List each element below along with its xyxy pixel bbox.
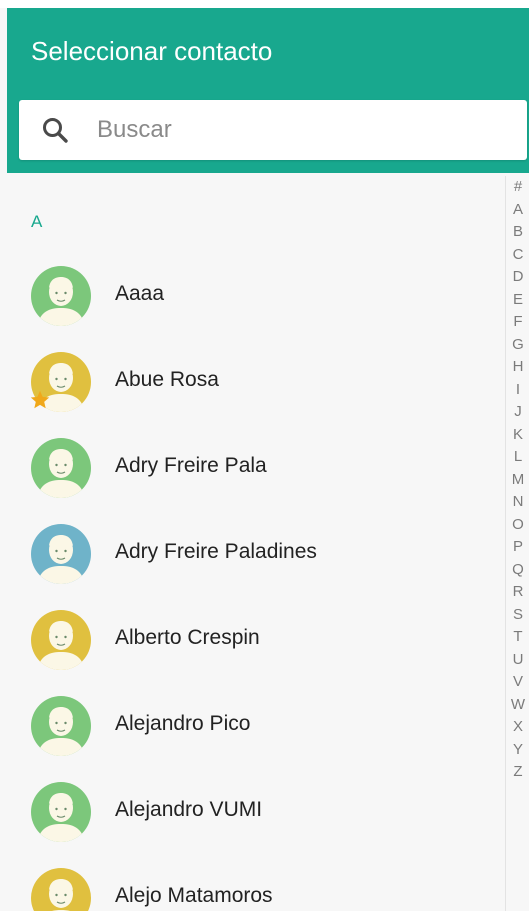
index-letter[interactable]: G <box>506 334 529 357</box>
contact-row[interactable]: Alberto Crespin <box>0 596 505 682</box>
contact-list[interactable]: A Aaaa Abue Rosa Adry Freire Pala Adry Frei… <box>0 176 505 911</box>
contact-name: Alejo Matamoros <box>115 884 273 907</box>
index-letter[interactable]: E <box>506 289 529 312</box>
contact-name: Alejandro Pico <box>115 712 251 735</box>
index-letter[interactable]: P <box>506 536 529 559</box>
index-letter[interactable]: L <box>506 446 529 469</box>
index-letter[interactable]: T <box>506 626 529 649</box>
contact-row[interactable]: Alejandro Pico <box>0 682 505 768</box>
index-letter[interactable]: S <box>506 604 529 627</box>
contact-row[interactable]: Aaaa <box>0 252 505 338</box>
index-letter[interactable]: W <box>506 694 529 717</box>
avatar <box>31 696 91 756</box>
avatar <box>31 610 91 670</box>
app-header: Seleccionar contacto <box>7 8 529 173</box>
index-letter[interactable]: U <box>506 649 529 672</box>
contact-name: Alejandro VUMI <box>115 798 263 821</box>
index-letter[interactable]: O <box>506 514 529 537</box>
search-icon <box>43 118 68 143</box>
status-bar <box>0 0 529 8</box>
avatar <box>31 438 91 498</box>
index-letter[interactable]: M <box>506 469 529 492</box>
contact-name: Adry Freire Pala <box>115 454 267 477</box>
index-letter[interactable]: B <box>506 221 529 244</box>
avatar <box>31 782 91 842</box>
index-letter[interactable]: N <box>506 491 529 514</box>
alphabet-index-bar[interactable]: # A B C D E F G H I J K L M N O P Q R S T U V W X Y Z <box>505 176 529 911</box>
index-letter[interactable]: F <box>506 311 529 334</box>
index-letter[interactable]: C <box>506 244 529 267</box>
index-letter[interactable]: Y <box>506 739 529 762</box>
avatar <box>31 266 91 326</box>
contact-row[interactable]: Adry Freire Pala <box>0 424 505 510</box>
contact-picker-screen: Seleccionar contacto A Aaaa Abue Rosa Adry… <box>0 0 529 911</box>
index-letter[interactable]: Q <box>506 559 529 582</box>
favorite-star-icon <box>30 390 50 409</box>
section-header: A <box>31 212 43 231</box>
contact-name: Adry Freire Paladines <box>115 540 317 563</box>
contact-row[interactable]: Adry Freire Paladines <box>0 510 505 596</box>
avatar <box>31 524 91 584</box>
index-letter[interactable]: K <box>506 424 529 447</box>
page-title: Seleccionar contacto <box>31 36 273 66</box>
search-box[interactable] <box>19 100 527 160</box>
search-input[interactable] <box>97 100 507 160</box>
contact-name: Aaaa <box>115 282 165 305</box>
index-letter[interactable]: V <box>506 671 529 694</box>
index-letter[interactable]: Z <box>506 761 529 784</box>
index-letter[interactable]: D <box>506 266 529 289</box>
index-letter[interactable]: I <box>506 379 529 402</box>
contact-row[interactable]: Abue Rosa <box>0 338 505 424</box>
index-letter[interactable]: H <box>506 356 529 379</box>
index-letter[interactable]: J <box>506 401 529 424</box>
contact-name: Abue Rosa <box>115 368 219 391</box>
index-letter[interactable]: R <box>506 581 529 604</box>
index-letter[interactable]: # <box>506 176 529 199</box>
avatar <box>31 868 91 911</box>
index-letter[interactable]: A <box>506 199 529 222</box>
contact-row[interactable]: Alejo Matamoros <box>0 854 505 911</box>
contact-row[interactable]: Alejandro VUMI <box>0 768 505 854</box>
index-letter[interactable]: X <box>506 716 529 739</box>
contact-name: Alberto Crespin <box>115 626 260 649</box>
